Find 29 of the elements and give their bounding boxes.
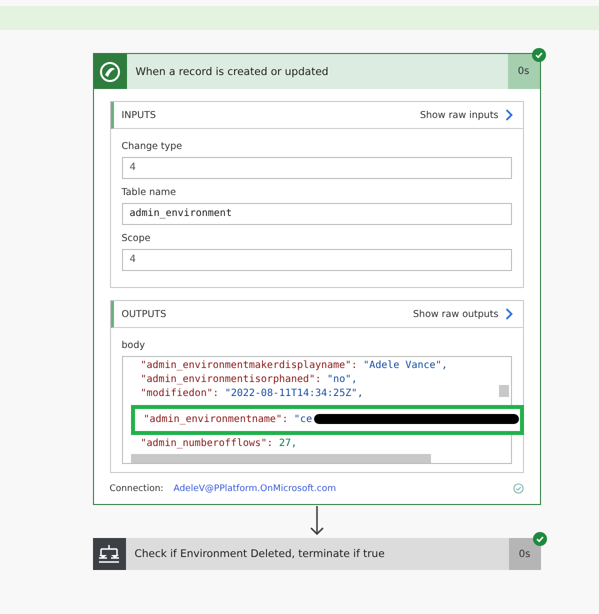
horizontal-scrollbar[interactable] [130, 454, 430, 463]
chevron-right-icon [504, 109, 512, 121]
field-label: Scope [122, 233, 152, 244]
show-raw-outputs-link[interactable]: Show raw outputs [413, 308, 512, 320]
code-line: "admin_environmentisorphaned": "no", [140, 373, 358, 387]
input-field: 4 [122, 157, 512, 179]
input-field: 4 [122, 249, 512, 271]
chevron-right-icon [504, 308, 512, 320]
connection-account-link[interactable]: AdeleV@PPlatform.OnMicrosoft.com [173, 484, 512, 494]
connection-label: Connection: [110, 484, 164, 494]
field-label: Table name [122, 187, 178, 198]
code-line: "admin_environmentmakerdisplayname": "Adele Vance", [140, 359, 449, 373]
condition-step-header[interactable]: Check if Environment Deleted, terminate if true 0s [92, 538, 540, 570]
condition-icon [92, 538, 126, 570]
duration-label: 0s [508, 54, 540, 89]
code-line: "modifiedon": "2022-08-11T14:34:25Z", [140, 387, 364, 401]
field-label: body [122, 340, 146, 351]
panel-heading: INPUTS [122, 110, 156, 120]
panel-heading: OUTPUTS [122, 308, 166, 320]
field-label: Change type [122, 141, 184, 152]
check-icon [512, 483, 524, 494]
code-line: "admin_numberofflows": 27, [140, 437, 298, 451]
show-raw-inputs-link[interactable]: Show raw inputs [420, 109, 512, 121]
trigger-header[interactable]: When a record is created or updated 0s [94, 54, 540, 89]
input-field: admin_environment [122, 203, 512, 225]
flow-arrow [310, 506, 324, 536]
step-title: When a record is created or updated [134, 66, 330, 78]
step-title: Check if Environment Deleted, terminate if true [134, 548, 386, 560]
duration-label: 0s [508, 538, 540, 570]
